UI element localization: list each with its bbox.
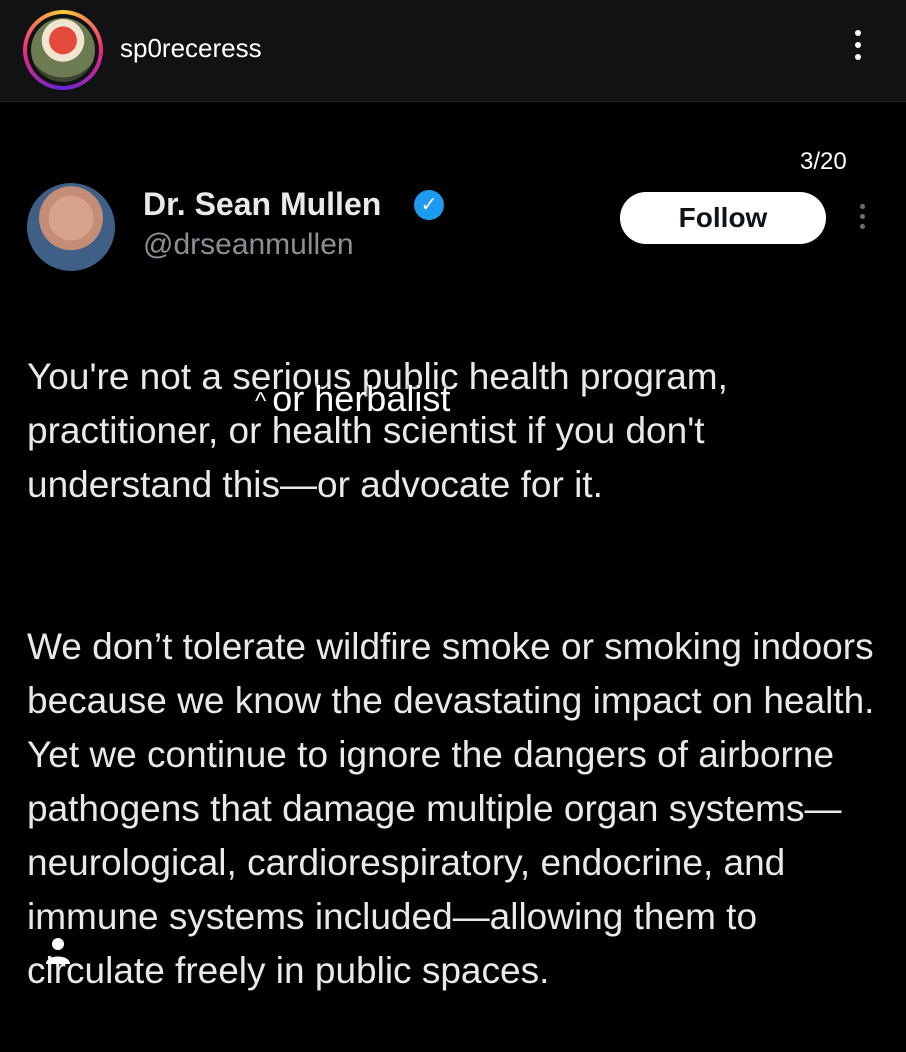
overlay-annotation: ^ or herbalist — [255, 378, 450, 420]
tweet-author-name: Dr. Sean Mullen — [143, 186, 382, 222]
overlay-text: or herbalist — [272, 378, 451, 419]
tweet-author-avatar — [27, 183, 115, 271]
username-link[interactable]: sp0receress — [120, 33, 262, 64]
verified-badge-icon: ✓ — [414, 190, 444, 220]
more-options-icon[interactable] — [846, 30, 870, 70]
overlay-caret: ^ — [255, 388, 267, 415]
tweet-more-icon — [856, 204, 868, 234]
profile-avatar[interactable] — [23, 10, 103, 90]
tweet-paragraph-1: You're not a serious public health progr… — [27, 356, 728, 505]
tweet-body: You're not a serious public health progr… — [27, 296, 887, 1052]
follow-button: Follow — [620, 192, 826, 244]
tagged-people-icon[interactable] — [44, 936, 72, 966]
carousel-counter: 3/20 — [800, 148, 847, 175]
mushroom-avatar-icon — [31, 18, 95, 82]
tweet-paragraph-2: We don’t tolerate wildfire smoke or smok… — [27, 626, 875, 991]
post-header: sp0receress — [0, 0, 906, 102]
tweet-author-handle: @drseanmullen — [143, 228, 354, 261]
